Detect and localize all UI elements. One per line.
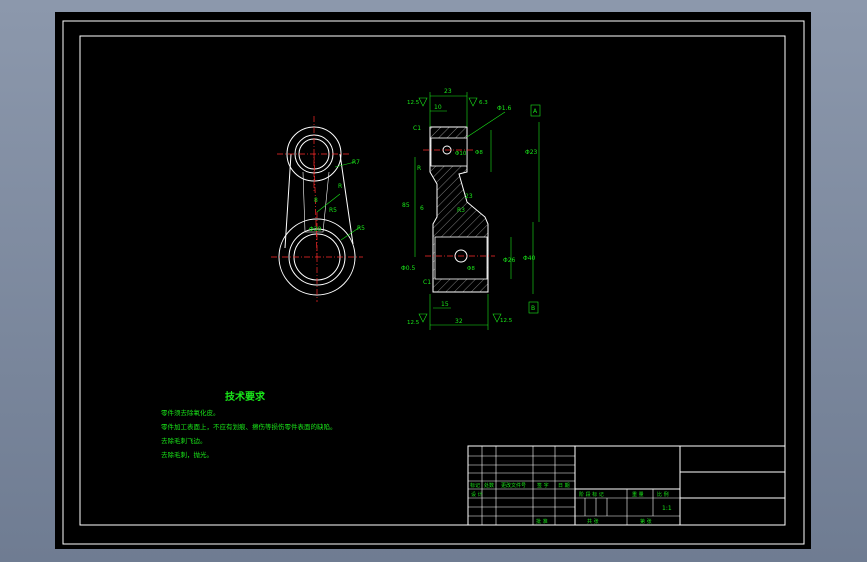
rough-symbol-right bbox=[468, 97, 478, 107]
label-web-mark: R bbox=[417, 165, 421, 172]
label-web-thick: 6 bbox=[420, 205, 424, 212]
tb-change-doc: 更改文件号 bbox=[501, 482, 526, 489]
tb-date: 日 期 bbox=[558, 483, 570, 489]
tech-req-item: 去除毛刺飞边。 bbox=[161, 436, 207, 445]
label-rough-right: 6.3 bbox=[479, 100, 488, 106]
tb-signature: 签 字 bbox=[537, 482, 549, 489]
tb-design: 设 计 bbox=[471, 491, 483, 498]
label-top-width: 23 bbox=[444, 88, 452, 95]
tb-approve: 批 准 bbox=[536, 518, 548, 525]
section-view: A B 23 10 12.5 6.3 C1 Φ1.6 Φ10 Φ8 Φ23 85… bbox=[401, 88, 541, 330]
drawing-canvas: R7 R 8 R5 R5 Φ30 A B 23 10 12.5 6.3 C1 Φ… bbox=[62, 20, 805, 545]
front-view: R7 R 8 R5 R5 Φ30 bbox=[271, 116, 365, 302]
label-chamfer-bottom: C1 bbox=[423, 279, 431, 286]
label-bottom-hole: Φ26 bbox=[503, 257, 516, 264]
label-bottom-width: 32 bbox=[455, 318, 463, 325]
tech-req-item: 零件须去除氧化皮。 bbox=[161, 408, 220, 417]
leader-angle-top bbox=[466, 111, 506, 138]
label-top-slot: R bbox=[338, 183, 342, 190]
tb-count: 处数 bbox=[484, 482, 494, 489]
label-top-inner: 10 bbox=[434, 104, 442, 111]
tb-sheet-total: 共 张 bbox=[587, 518, 599, 525]
tech-req-item: 零件加工表面上，不应有划痕、擦伤等损伤零件表面的缺陷。 bbox=[161, 422, 337, 431]
label-bottom-radius: R5 bbox=[357, 225, 365, 232]
title-block: 标记 处数 更改文件号 签 字 日 期 设 计 阶 段 标 记 重 量 比 例 … bbox=[467, 445, 786, 526]
tb-mark: 标记 bbox=[470, 482, 480, 489]
label-bottom-height: Φ40 bbox=[523, 255, 536, 262]
arm-centerline bbox=[313, 153, 318, 258]
label-bottom-inner: 15 bbox=[441, 301, 449, 308]
label-rough-left: 12.5 bbox=[407, 100, 420, 106]
cad-viewport[interactable]: R7 R 8 R5 R5 Φ30 A B 23 10 12.5 6.3 C1 Φ… bbox=[55, 12, 811, 549]
label-top-hole: Φ10 bbox=[455, 151, 467, 157]
label-overall-height: 85 bbox=[402, 202, 410, 209]
label-bore: Φ30 bbox=[309, 226, 322, 233]
datum-b-label: B bbox=[531, 305, 535, 312]
tb-stage-mark: 阶 段 标 记 bbox=[579, 491, 604, 498]
label-hole-depth: Φ8 bbox=[475, 150, 483, 156]
label-web-note: R3 bbox=[457, 207, 465, 214]
label-bottom-rough: Φ0.5 bbox=[401, 265, 415, 272]
tb-scale-label: 比 例 bbox=[657, 491, 669, 498]
label-rough-br: 12.5 bbox=[500, 318, 513, 324]
tb-sheet-no: 第 张 bbox=[640, 518, 652, 525]
label-top-radius: R7 bbox=[352, 159, 360, 166]
label-rough-bl: 12.5 bbox=[407, 320, 420, 326]
tech-req-title: 技术要求 bbox=[225, 390, 266, 403]
label-angle-top: Φ1.6 bbox=[497, 105, 511, 112]
label-chamfer-top: C1 bbox=[413, 125, 421, 132]
label-mid-depth: 8 bbox=[314, 197, 318, 204]
technical-requirements: 技术要求 零件须去除氧化皮。 零件加工表面上，不应有划痕、擦伤等损伤零件表面的缺… bbox=[161, 390, 337, 459]
rough-symbol-bl bbox=[418, 313, 428, 323]
label-mid-note: R5 bbox=[329, 207, 337, 214]
datum-a-label: A bbox=[533, 108, 538, 115]
rough-symbol-left bbox=[418, 97, 428, 107]
label-top-height: Φ23 bbox=[525, 149, 538, 156]
tb-scale: 1:1 bbox=[662, 505, 672, 512]
tb-weight: 重 量 bbox=[632, 491, 644, 498]
tech-req-item: 去除毛刺，抛光。 bbox=[161, 450, 213, 459]
label-web-width: 23 bbox=[465, 193, 473, 200]
label-bottom-small: Φ8 bbox=[467, 266, 475, 272]
bottom-hole-cut bbox=[434, 236, 488, 280]
